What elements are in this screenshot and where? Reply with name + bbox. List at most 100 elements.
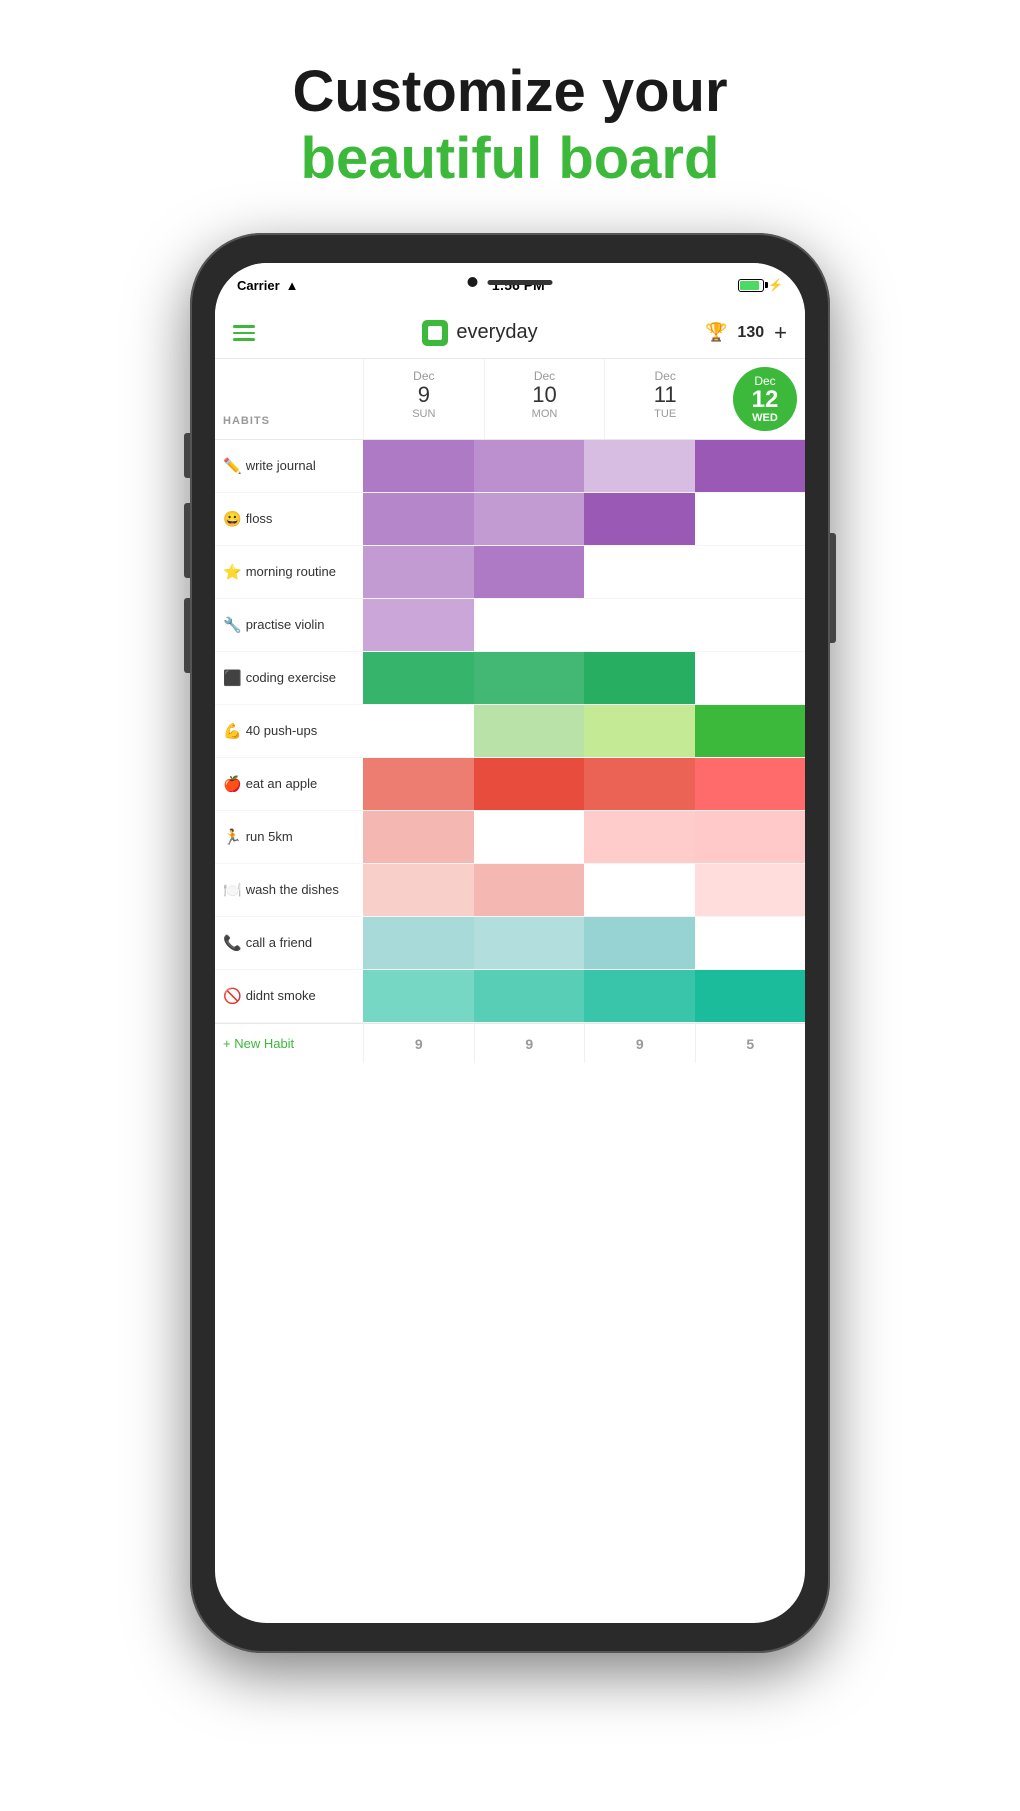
habit-cell[interactable] [363, 758, 474, 810]
habit-name[interactable]: 🍎eat an apple [215, 758, 363, 810]
habit-cell[interactable] [695, 811, 806, 863]
habit-emoji: 🔧 [223, 616, 242, 636]
score-value: 130 [737, 324, 764, 342]
add-habit-button[interactable]: + [774, 320, 787, 346]
habit-row: 😀floss [215, 493, 805, 546]
habit-cell[interactable] [474, 917, 585, 969]
habit-cell[interactable] [474, 970, 585, 1022]
habit-cell[interactable] [363, 970, 474, 1022]
habit-cell[interactable] [474, 705, 585, 757]
habit-cell[interactable] [474, 440, 585, 492]
habit-cell[interactable] [474, 864, 585, 916]
habit-cell[interactable] [363, 811, 474, 863]
habit-label: coding exercise [246, 670, 336, 687]
habit-cell[interactable] [474, 599, 585, 651]
habit-name[interactable]: 🔧practise violin [215, 599, 363, 651]
phone-camera-area [468, 277, 553, 287]
habit-cell[interactable] [695, 652, 806, 704]
habit-cell[interactable] [584, 970, 695, 1022]
habit-cell[interactable] [363, 599, 474, 651]
habit-row: 🍽️wash the dishes [215, 864, 805, 917]
habit-cell[interactable] [695, 546, 806, 598]
volume-up-button [184, 503, 190, 578]
habit-cell[interactable] [584, 705, 695, 757]
habit-cell[interactable] [695, 970, 806, 1022]
habit-emoji: 🚫 [223, 987, 242, 1007]
menu-button[interactable] [233, 325, 255, 341]
logo-inner [428, 326, 442, 340]
habit-label: write journal [246, 458, 316, 475]
bottom-bar: + New Habit 9995 [215, 1023, 805, 1063]
habit-cell[interactable] [695, 493, 806, 545]
habit-cell[interactable] [363, 864, 474, 916]
app-name: everyday [456, 321, 537, 344]
habit-row: 📞call a friend [215, 917, 805, 970]
habit-cell[interactable] [363, 440, 474, 492]
menu-line1 [233, 325, 255, 328]
habit-cells [363, 811, 805, 863]
date-month: Dec [413, 369, 434, 383]
wifi-icon: ▲ [286, 278, 299, 293]
habit-cell[interactable] [584, 811, 695, 863]
habit-emoji: ✏️ [223, 457, 242, 477]
habit-cell[interactable] [474, 546, 585, 598]
habit-cell[interactable] [363, 546, 474, 598]
nav-bar: everyday 🏆 130 + [215, 307, 805, 359]
habit-cells [363, 705, 805, 757]
date-col-tue: Dec 11 TUE [604, 359, 725, 439]
date-col-sun: Dec 9 SUN [363, 359, 484, 439]
habit-name[interactable]: 🏃run 5km [215, 811, 363, 863]
habit-cell[interactable] [474, 652, 585, 704]
habit-label: call a friend [246, 935, 312, 952]
habit-cell[interactable] [695, 864, 806, 916]
habit-cell[interactable] [584, 546, 695, 598]
habit-cell[interactable] [584, 493, 695, 545]
habit-label: floss [246, 511, 273, 528]
habit-cell[interactable] [363, 917, 474, 969]
habit-cell[interactable] [584, 864, 695, 916]
habit-row: 💪40 push-ups [215, 705, 805, 758]
new-habit-button[interactable]: + New Habit [215, 1024, 363, 1063]
habit-cell[interactable] [584, 652, 695, 704]
habit-cell[interactable] [695, 917, 806, 969]
habit-cell[interactable] [584, 440, 695, 492]
bottom-score: 9 [363, 1024, 474, 1063]
habit-emoji: 🍎 [223, 775, 242, 795]
nav-right: 🏆 130 + [705, 320, 787, 346]
habit-name[interactable]: ✏️write journal [215, 440, 363, 492]
content-area: HABITS Dec 9 SUN Dec 10 MON Dec 11 TUE D… [215, 359, 805, 1063]
habit-name[interactable]: 🚫didnt smoke [215, 970, 363, 1022]
habit-label: eat an apple [246, 776, 318, 793]
habit-cell[interactable] [584, 599, 695, 651]
habit-cell[interactable] [695, 758, 806, 810]
habit-emoji: 🏃 [223, 828, 242, 848]
habit-cell[interactable] [695, 440, 806, 492]
habit-name[interactable]: 😀floss [215, 493, 363, 545]
habit-name[interactable]: ⭐morning routine [215, 546, 363, 598]
battery-icon [738, 279, 764, 292]
habit-cell[interactable] [584, 758, 695, 810]
today-date-col: Dec 12 WED [725, 359, 805, 439]
habit-cell[interactable] [584, 917, 695, 969]
date-day: MON [532, 408, 558, 420]
habit-cell[interactable] [363, 652, 474, 704]
habit-name[interactable]: 📞call a friend [215, 917, 363, 969]
habit-label: 40 push-ups [246, 723, 318, 740]
habit-cell[interactable] [695, 599, 806, 651]
habit-cell[interactable] [363, 493, 474, 545]
habit-cell[interactable] [474, 493, 585, 545]
habit-name[interactable]: 💪40 push-ups [215, 705, 363, 757]
date-columns: Dec 9 SUN Dec 10 MON Dec 11 TUE Dec 12 W… [363, 359, 805, 439]
habit-row: 🍎eat an apple [215, 758, 805, 811]
logo-square [422, 320, 448, 346]
phone-screen: Carrier ▲ 1:56 PM ⚡ everyda [215, 263, 805, 1623]
habit-emoji: 💪 [223, 722, 242, 742]
habit-cell[interactable] [695, 705, 806, 757]
habit-name[interactable]: 🍽️wash the dishes [215, 864, 363, 916]
habit-cell[interactable] [474, 758, 585, 810]
habit-name[interactable]: ⬛coding exercise [215, 652, 363, 704]
habit-cell[interactable] [474, 811, 585, 863]
habit-cells [363, 864, 805, 916]
habit-cell[interactable] [363, 705, 474, 757]
habit-emoji: ⭐ [223, 563, 242, 583]
